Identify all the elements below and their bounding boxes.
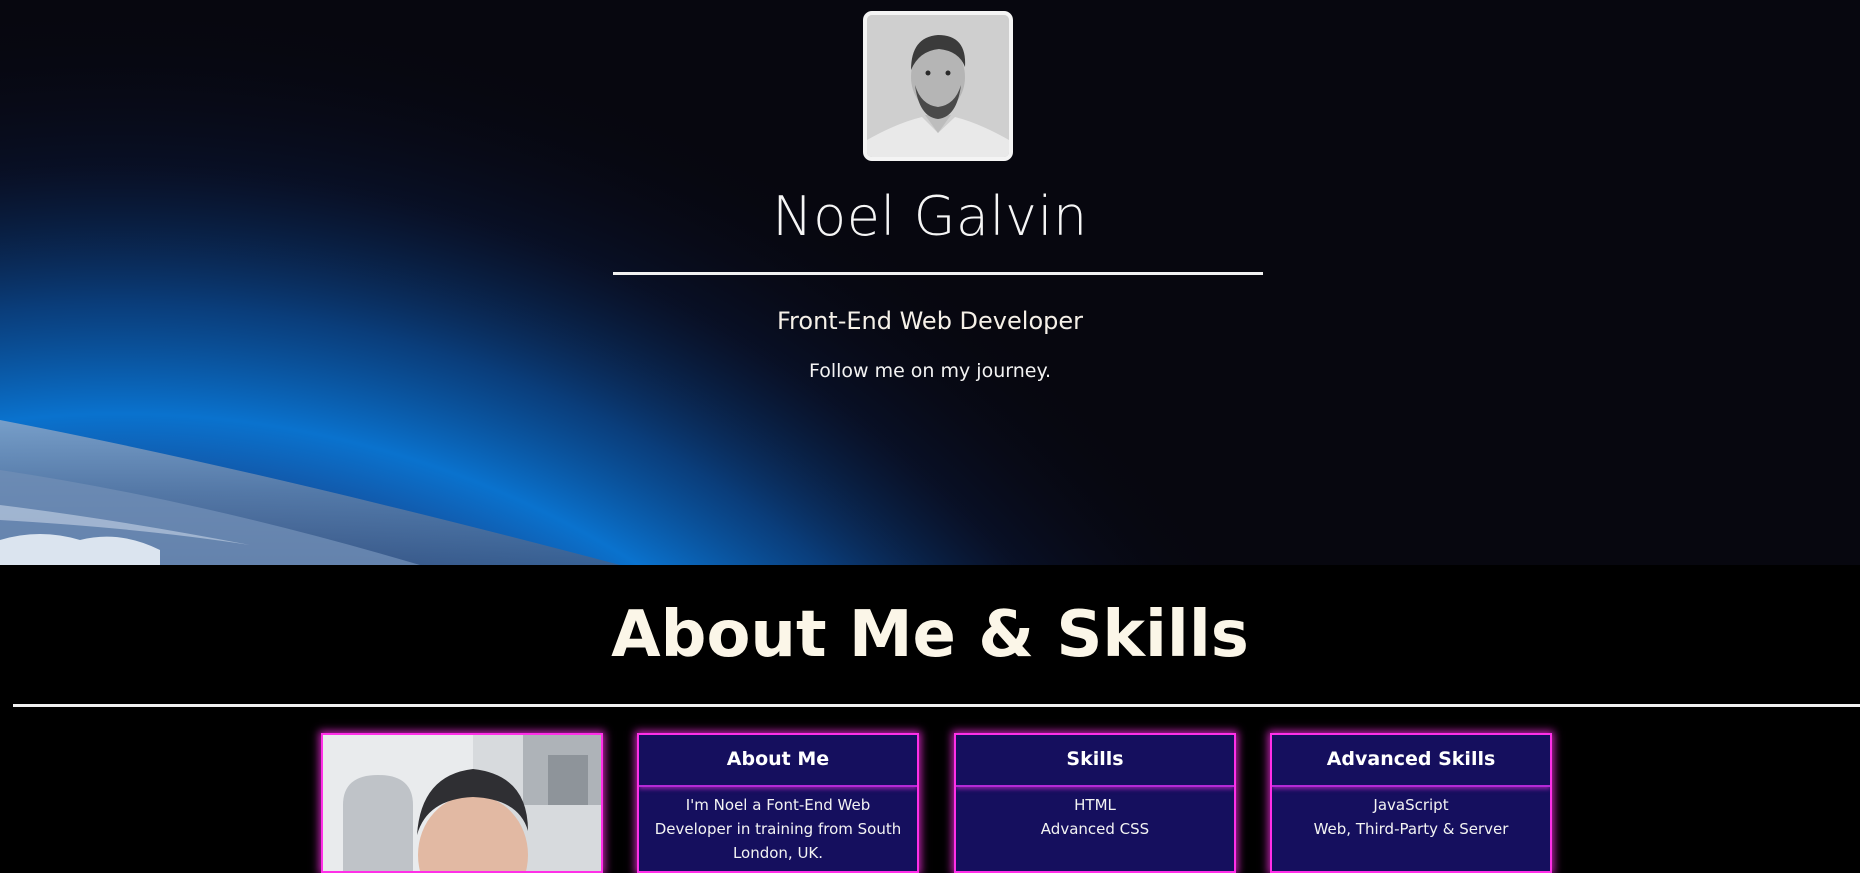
portrait-icon bbox=[867, 15, 1009, 157]
hero-tagline: Follow me on my journey. bbox=[808, 360, 1052, 382]
skill-item: JavaScript bbox=[1373, 796, 1449, 814]
skill-item: Web, Third-Party & Server bbox=[1313, 820, 1509, 838]
hero-divider bbox=[613, 272, 1263, 275]
advanced-skills-card-title: Advanced Skills bbox=[1272, 735, 1550, 787]
about-divider bbox=[13, 704, 1860, 707]
profile-photo-card bbox=[321, 733, 603, 873]
hero-section: Noel Galvin Front-End Web Developer Foll… bbox=[0, 0, 1860, 565]
skill-item: Advanced CSS bbox=[1040, 820, 1150, 838]
skill-item: HTML bbox=[1074, 796, 1116, 814]
advanced-skills-card: Advanced Skills JavaScript Web, Third-Pa… bbox=[1270, 733, 1552, 873]
skills-list: HTML Advanced CSS bbox=[956, 787, 1234, 841]
about-me-card: About Me I'm Noel a Font-End Web Develop… bbox=[637, 733, 919, 873]
skills-card-title: Skills bbox=[956, 735, 1234, 787]
about-section: About Me & Skills About Me I'm Noel a Fo… bbox=[0, 565, 1860, 873]
hero-name: Noel Galvin bbox=[772, 185, 1088, 248]
about-title: About Me & Skills bbox=[611, 598, 1249, 672]
hero-role: Front-End Web Developer bbox=[777, 307, 1083, 335]
profile-photo-icon bbox=[323, 735, 601, 871]
advanced-skills-list: JavaScript Web, Third-Party & Server bbox=[1272, 787, 1550, 841]
avatar bbox=[863, 11, 1013, 161]
skills-card: Skills HTML Advanced CSS bbox=[954, 733, 1236, 873]
about-me-card-title: About Me bbox=[639, 735, 917, 787]
about-me-card-text: I'm Noel a Font-End Web Developer in tra… bbox=[654, 796, 902, 862]
